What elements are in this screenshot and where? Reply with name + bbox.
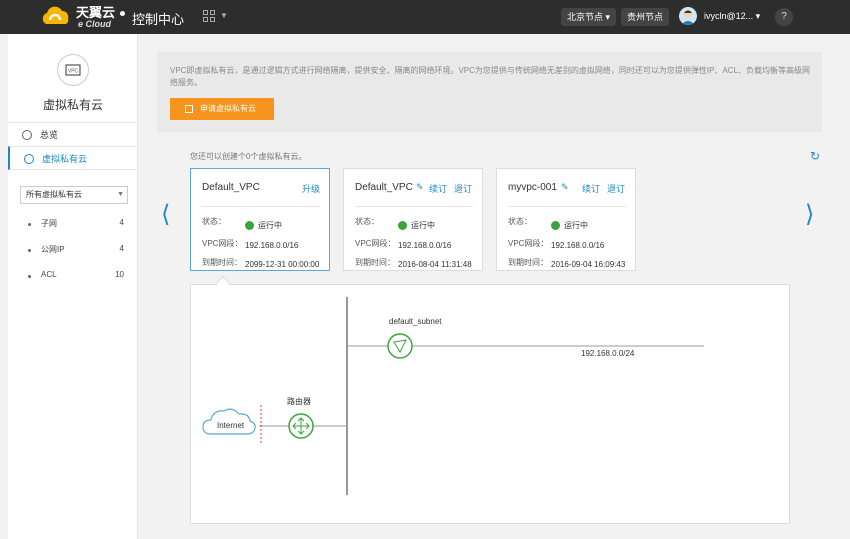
edit-name-icon[interactable]: ✎ bbox=[561, 182, 569, 193]
cloud-logo-icon[interactable] bbox=[38, 6, 74, 28]
expire-value: 2016-08-04 11:31:48 bbox=[398, 260, 472, 269]
vpc-icon-text: VPC bbox=[68, 69, 79, 75]
page-title: 控制中心 bbox=[132, 12, 185, 27]
chevron-down-icon: ▼ bbox=[117, 191, 124, 198]
subnet-icon[interactable] bbox=[387, 333, 413, 359]
info-banner: VPC即虚拟私有云，是通过逻辑方式进行网络隔离，提供安全、隔离的网络环境。VPC… bbox=[157, 52, 822, 132]
apply-vpc-button[interactable]: 申请虚拟私有云 bbox=[170, 98, 274, 120]
router-icon[interactable] bbox=[288, 413, 314, 439]
bullet-icon bbox=[28, 275, 31, 278]
vpc-name: Default_VPC bbox=[202, 182, 260, 193]
expire-label: 到期时间： bbox=[355, 258, 395, 267]
segment-label: VPC网段： bbox=[202, 239, 243, 248]
vpc-card[interactable]: myvpc-001 ✎ 续订 退订 状态： 运行中 VPC网段： 192.168… bbox=[496, 168, 636, 271]
stat-label: 公网IP bbox=[41, 245, 65, 254]
sidebar-title: 虚拟私有云 bbox=[42, 98, 103, 112]
edit-name-icon[interactable]: ✎ bbox=[416, 182, 424, 193]
vpc-filter-select[interactable]: 所有虚拟私有云 ▼ bbox=[20, 186, 128, 204]
banner-description: VPC即虚拟私有云，是通过逻辑方式进行网络隔离，提供安全、隔离的网络环境。VPC… bbox=[170, 66, 811, 87]
logo-subtext: e Cloud bbox=[78, 19, 111, 29]
unsubscribe-link[interactable]: 退订 bbox=[607, 182, 625, 195]
status-value: 运行中 bbox=[258, 221, 282, 230]
region-button-label: 贵州节点 bbox=[627, 12, 664, 22]
status-label: 状态： bbox=[355, 217, 379, 226]
sidebar-item-label: 虚拟私有云 bbox=[42, 154, 88, 164]
expire-label: 到期时间： bbox=[202, 258, 242, 267]
expire-value: 2016-09-04 16:09:43 bbox=[551, 260, 626, 269]
segment-value: 192.168.0.0/16 bbox=[398, 241, 452, 250]
stat-count: 4 bbox=[119, 218, 124, 227]
prev-arrow-icon[interactable]: ⟨ bbox=[161, 200, 170, 228]
stat-count: 10 bbox=[115, 270, 124, 279]
apply-vpc-label: 申请虚拟私有云 bbox=[200, 104, 256, 113]
unsubscribe-link[interactable]: 退订 bbox=[454, 182, 472, 195]
topology-panel: default_subnet 192.168.0.0/24 路由器 Intern… bbox=[190, 284, 790, 524]
sidebar-item-label: 总览 bbox=[40, 130, 59, 140]
title-separator bbox=[120, 11, 125, 16]
status-value: 运行中 bbox=[411, 221, 435, 230]
region-button-guizhou[interactable]: 贵州节点 bbox=[621, 8, 670, 26]
chevron-down-icon[interactable]: ▼ bbox=[220, 11, 228, 20]
status-label: 状态： bbox=[202, 217, 226, 226]
sidebar-item-vpc[interactable]: 虚拟私有云 bbox=[8, 146, 138, 170]
stat-count: 4 bbox=[119, 244, 124, 253]
renew-link[interactable]: 续订 bbox=[429, 182, 447, 195]
sidebar-item-overview[interactable]: 总览 bbox=[8, 122, 138, 146]
vpc-filter-value: 所有虚拟私有云 bbox=[26, 190, 82, 199]
subnet-cidr: 192.168.0.0/24 bbox=[581, 349, 635, 358]
region-select[interactable]: 北京节点 ▾ bbox=[561, 8, 617, 26]
vpc-card[interactable]: Default_VPC 升级 状态： 运行中 VPC网段： 192.168.0.… bbox=[190, 168, 330, 271]
status-value: 运行中 bbox=[564, 221, 588, 230]
vpc-name: Default_VPC bbox=[355, 182, 413, 193]
stat-label: 子网 bbox=[41, 219, 57, 228]
stat-label: ACL bbox=[41, 270, 57, 279]
sidebar: VPC 虚拟私有云 总览 虚拟私有云 所有虚拟私有云 ▼ 子网 4 公网IP 4… bbox=[8, 34, 138, 539]
subnet-name[interactable]: default_subnet bbox=[389, 317, 442, 326]
status-ok-icon bbox=[398, 221, 407, 230]
segment-value: 192.168.0.0/16 bbox=[551, 241, 605, 250]
next-arrow-icon[interactable]: ⟩ bbox=[805, 200, 814, 228]
vpc-icon: VPC bbox=[57, 54, 89, 86]
vpc-card[interactable]: Default_VPC ✎ 续订 退订 状态： 运行中 VPC网段： 192.1… bbox=[343, 168, 483, 271]
bullet-icon bbox=[28, 249, 31, 252]
expire-value: 2099-12-31 00:00:00 bbox=[245, 260, 320, 269]
vpc-name: myvpc-001 bbox=[508, 182, 557, 193]
region-select-label: 北京节点 bbox=[567, 12, 604, 22]
segment-label: VPC网段： bbox=[508, 239, 549, 248]
user-menu[interactable]: ivycln@12... ▾ bbox=[704, 11, 760, 22]
segment-value: 192.168.0.0/16 bbox=[245, 241, 299, 250]
bullet-icon bbox=[28, 223, 31, 226]
upgrade-link[interactable]: 升级 bbox=[302, 182, 320, 195]
expire-label: 到期时间： bbox=[508, 258, 548, 267]
logo-text: 天翼云 bbox=[76, 5, 116, 20]
divider bbox=[202, 206, 320, 207]
top-bar: 天翼云 e Cloud 控制中心 ▼ 北京节点 ▾ 贵州节点 ivycln@12… bbox=[0, 0, 850, 34]
username-label: ivycln@12... bbox=[704, 11, 754, 21]
renew-link[interactable]: 续订 bbox=[582, 182, 600, 195]
avatar[interactable] bbox=[679, 7, 697, 25]
status-ok-icon bbox=[551, 221, 560, 230]
status-ok-icon bbox=[245, 221, 254, 230]
vpc-nav-icon bbox=[24, 154, 34, 164]
divider bbox=[355, 206, 473, 207]
edit-icon bbox=[185, 105, 193, 113]
refresh-icon[interactable]: ↻ bbox=[810, 149, 820, 163]
segment-label: VPC网段： bbox=[355, 239, 396, 248]
help-button[interactable]: ? bbox=[775, 8, 793, 26]
apps-grid-icon[interactable] bbox=[203, 10, 215, 22]
internet-label: Internet bbox=[217, 421, 245, 430]
quota-hint: 您还可以创建个0个虚拟私有云。 bbox=[190, 152, 307, 161]
divider bbox=[508, 206, 626, 207]
overview-icon bbox=[22, 130, 32, 140]
router-label: 路由器 bbox=[287, 396, 311, 406]
status-label: 状态： bbox=[508, 217, 532, 226]
